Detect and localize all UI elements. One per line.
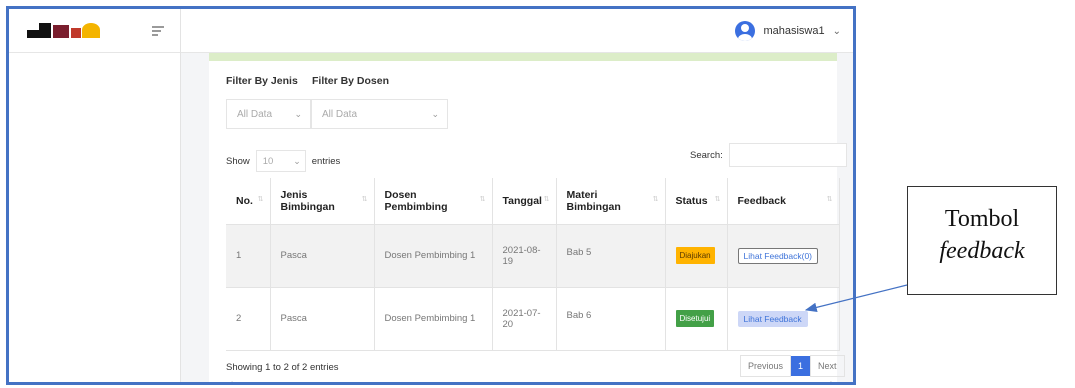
cell-jenis: Pasca	[270, 287, 375, 351]
chevron-down-icon: ⌄	[294, 109, 302, 119]
header-status[interactable]: Status ⇅	[665, 178, 728, 225]
search-label: Search:	[690, 149, 723, 161]
table-info: Showing 1 to 2 of 2 entries	[226, 362, 339, 373]
main-content: Filter By Jenis Filter By Dosen All Data…	[181, 53, 853, 385]
view-feedback-button[interactable]: Lihat Feedback	[737, 310, 808, 327]
header-jenis[interactable]: Jenis Bimbingan ⇅	[270, 178, 375, 225]
callout-line-1: Tombol	[944, 206, 1020, 232]
app-window: mahasiswa1 ⌄ Filter By Jenis Filter By D…	[6, 6, 856, 385]
sort-icon: ⇅	[257, 196, 264, 203]
entries-label: entries	[311, 155, 341, 167]
menu-toggle-icon[interactable]	[152, 26, 164, 36]
filter-dosen-select[interactable]: All Data ⌄	[311, 99, 448, 129]
search-input[interactable]	[728, 143, 847, 167]
cell-jenis: Pasca	[270, 224, 375, 288]
sort-icon: ⇅	[361, 196, 368, 203]
sort-icon: ⇅	[826, 196, 833, 203]
show-label: Show	[226, 155, 250, 167]
cell-materi: Bab 5	[556, 224, 666, 288]
search-control: Search:	[690, 143, 847, 167]
scroll-left-icon[interactable]: ◀	[227, 380, 232, 382]
chevron-down-icon: ⌄	[832, 25, 841, 37]
alert-bar	[209, 53, 837, 61]
cell-no: 2	[226, 287, 271, 351]
table-row: 1 Pasca Dosen Pembimbing 1 2021-08-19 Ba…	[226, 224, 840, 288]
callout-line-2: feedback	[939, 238, 1025, 264]
entries-control: Show 10 ⌄ entries	[226, 150, 340, 172]
table-header-row: No. ⇅ Jenis Bimbingan ⇅ Dosen Pembimbing ⇅ …	[226, 178, 840, 225]
chevron-down-icon: ⌄	[293, 156, 301, 166]
sort-icon: ⇅	[714, 196, 721, 203]
filter-jenis-label: Filter By Jenis	[226, 75, 298, 87]
next-button[interactable]: Next	[810, 355, 845, 377]
cell-status: Diajukan	[665, 224, 728, 288]
status-badge: Disetujui	[675, 310, 715, 327]
top-navbar: mahasiswa1 ⌄	[9, 9, 853, 53]
cell-feedback: Lihat Feedback	[727, 287, 840, 351]
filter-dosen-value: All Data	[322, 109, 358, 120]
cell-feedback: Lihat Feedback(0)	[727, 224, 840, 288]
app-logo[interactable]	[27, 20, 107, 40]
pagination: Previous 1 Next	[740, 355, 845, 377]
annotation-callout: Tombol feedback	[907, 186, 1057, 295]
entries-value: 10	[262, 156, 274, 167]
sort-icon: ⇅	[652, 196, 659, 203]
username: mahasiswa1	[763, 25, 825, 37]
cell-dosen: Dosen Pembimbing 1	[374, 287, 493, 351]
cell-materi: Bab 6	[556, 287, 666, 351]
scroll-right-icon[interactable]: ▶	[831, 380, 836, 382]
header-tanggal[interactable]: Tanggal ⇅	[492, 178, 557, 225]
view-feedback-button[interactable]: Lihat Feedback(0)	[737, 247, 819, 264]
header-no[interactable]: No. ⇅	[226, 178, 271, 225]
header-feedback[interactable]: Feedback ⇅	[727, 178, 840, 225]
entries-select[interactable]: 10 ⌄	[255, 150, 306, 172]
cell-dosen: Dosen Pembimbing 1	[374, 224, 493, 288]
page-1-button[interactable]: 1	[791, 356, 811, 376]
filter-jenis-select[interactable]: All Data ⌄	[226, 99, 311, 129]
horizontal-scrollbar[interactable]: ◀ ▶	[227, 380, 836, 385]
scrollbar-thumb[interactable]	[236, 384, 706, 385]
previous-button[interactable]: Previous	[740, 355, 792, 377]
cell-tanggal: 2021-08-19	[492, 224, 557, 288]
sort-icon: ⇅	[543, 196, 550, 203]
table-row: 2 Pasca Dosen Pembimbing 1 2021-07-20 Ba…	[226, 287, 840, 351]
filter-dosen-label: Filter By Dosen	[312, 75, 390, 87]
user-menu[interactable]: mahasiswa1 ⌄	[735, 20, 841, 42]
status-badge: Diajukan	[675, 247, 715, 264]
sort-icon: ⇅	[479, 196, 486, 203]
chevron-down-icon: ⌄	[431, 109, 439, 119]
filter-jenis-value: All Data	[237, 109, 273, 120]
user-avatar-icon	[735, 21, 756, 41]
header-dosen[interactable]: Dosen Pembimbing ⇅	[374, 178, 493, 225]
bimbingan-table: No. ⇅ Jenis Bimbingan ⇅ Dosen Pembimbing ⇅ …	[226, 178, 840, 351]
cell-no: 1	[226, 224, 271, 288]
cell-tanggal: 2021-07-20	[492, 287, 557, 351]
cell-status: Disetujui	[665, 287, 728, 351]
header-materi[interactable]: Materi Bimbingan ⇅	[556, 178, 666, 225]
